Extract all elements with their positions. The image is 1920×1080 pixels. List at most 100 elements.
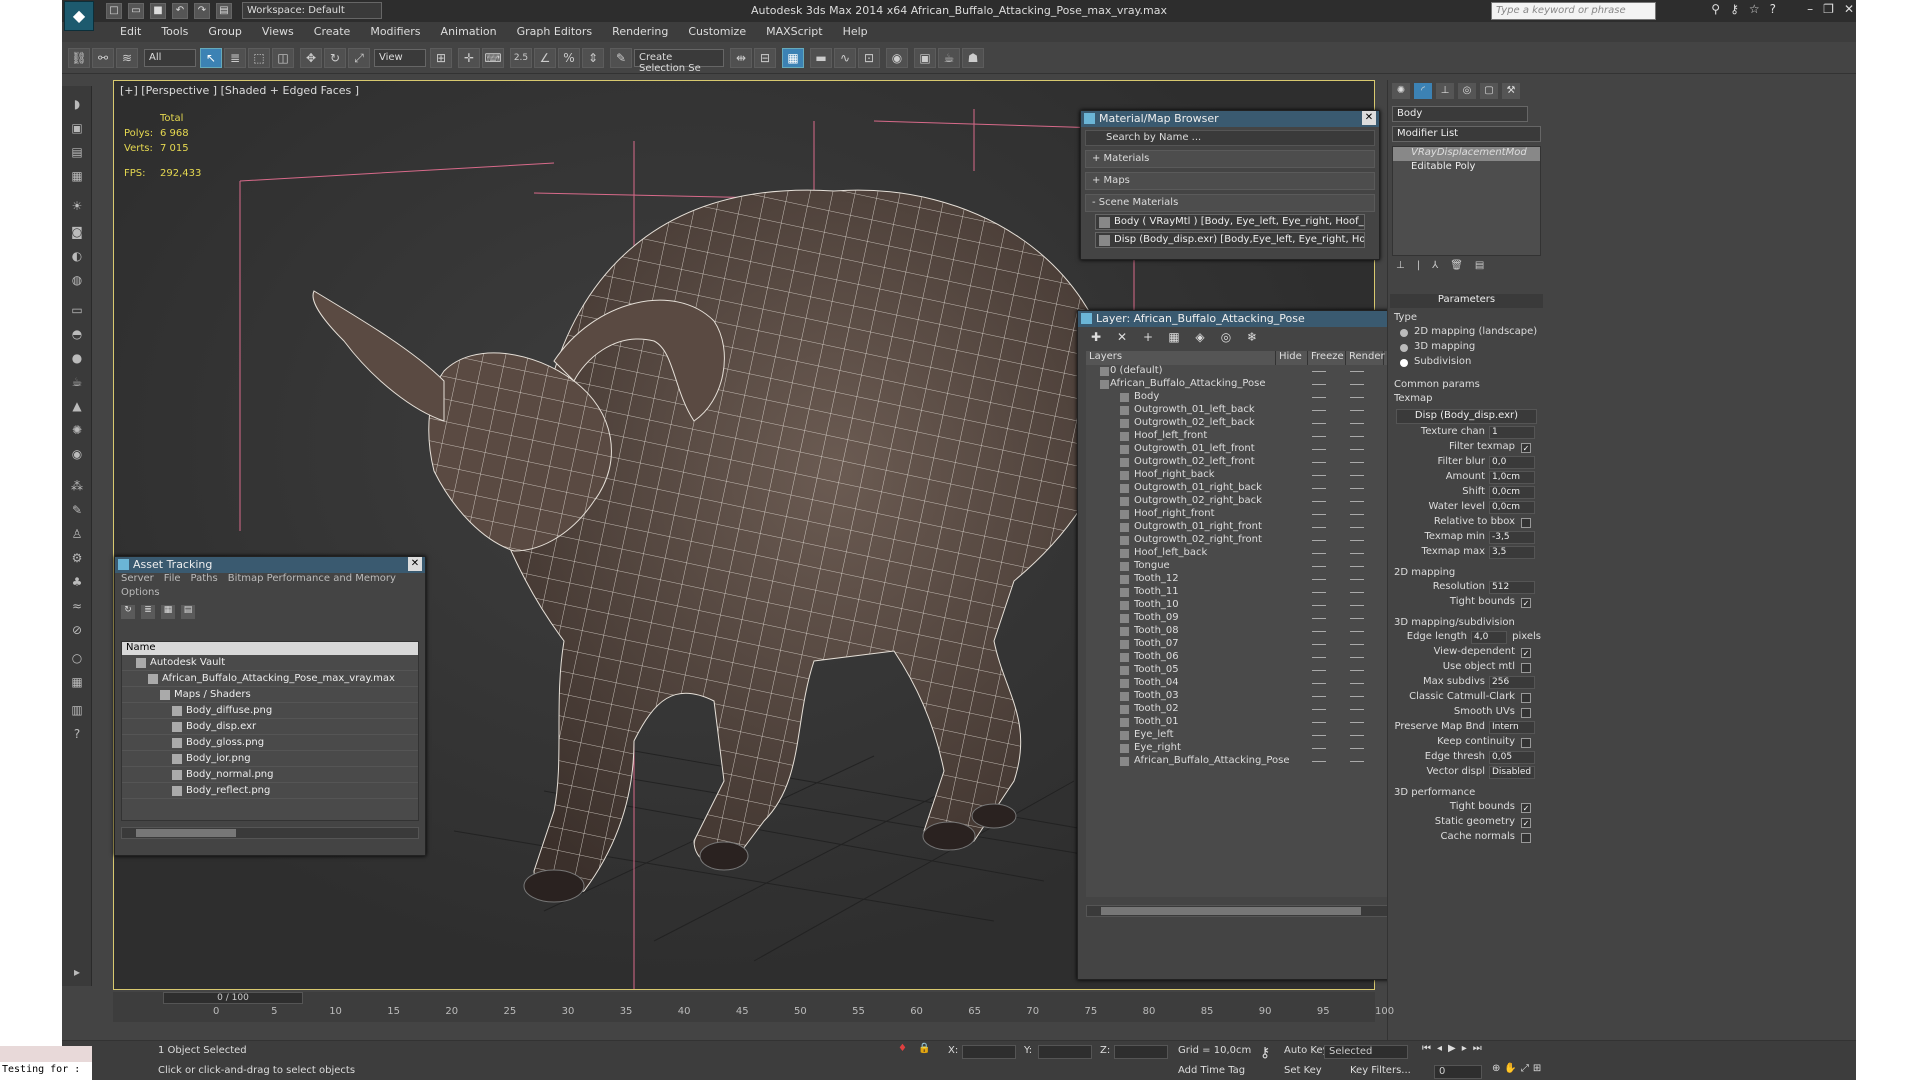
param-checkbox[interactable] [1521, 833, 1531, 843]
motion-tab-icon[interactable]: ◎ [1458, 83, 1476, 99]
asset-menu-bitmap[interactable]: Bitmap Performance and Memory [228, 573, 396, 587]
hide-toggle[interactable] [1312, 683, 1326, 684]
curve-editor-icon[interactable]: ∿ [834, 48, 856, 68]
help-search-input[interactable]: Type a keyword or phrase [1491, 2, 1656, 20]
hide-toggle[interactable] [1312, 423, 1326, 424]
param-checkbox[interactable]: ✓ [1521, 818, 1531, 828]
freeze-toggle[interactable] [1350, 592, 1364, 593]
add-time-tag[interactable]: Add Time Tag [1178, 1065, 1245, 1076]
hide-toggle[interactable] [1312, 488, 1326, 489]
scrollbar-thumb[interactable] [1101, 907, 1361, 915]
highlight-layer-icon[interactable]: ◈ [1192, 330, 1208, 346]
layer-row[interactable]: Hoof_left_front [1086, 430, 1430, 443]
refresh-icon[interactable]: ↻ [121, 605, 135, 619]
material-item-body[interactable]: Body ( VRayMtl ) [Body, Eye_left, Eye_ri… [1095, 214, 1365, 230]
box-icon[interactable]: ▭ [66, 300, 88, 320]
hemisphere-icon[interactable]: ◓ [66, 324, 88, 344]
freeze-toggle[interactable] [1350, 553, 1364, 554]
freeze-toggle[interactable] [1350, 761, 1364, 762]
param-spinner[interactable]: 1 [1489, 426, 1535, 439]
materials-section[interactable]: + Materials [1085, 150, 1375, 168]
menu-help[interactable]: Help [833, 22, 878, 42]
tool-1-icon[interactable]: ◗ [66, 94, 88, 114]
material-editor-icon[interactable]: ◉ [886, 48, 908, 68]
param-checkbox[interactable] [1521, 708, 1531, 718]
layer-row[interactable]: Body [1086, 391, 1430, 404]
hide-toggle[interactable] [1312, 566, 1326, 567]
hide-toggle[interactable] [1312, 553, 1326, 554]
freeze-toggle[interactable] [1350, 384, 1364, 385]
hierarchy-tab-icon[interactable]: ⊥ [1436, 83, 1454, 99]
restore-icon[interactable]: ❐ [1823, 2, 1834, 16]
type-radio[interactable]: 2D mapping (landscape) [1388, 326, 1545, 341]
layer-name[interactable]: Tooth_01 [1134, 716, 1179, 727]
hide-toggle[interactable] [1312, 579, 1326, 580]
layer-name[interactable]: Hoof_right_back [1134, 469, 1215, 480]
rectangular-selection-icon[interactable]: ⬚ [248, 48, 270, 68]
asset-column-name[interactable]: Name [122, 642, 418, 655]
menu-maxscript[interactable]: MAXScript [756, 22, 832, 42]
layer-name[interactable]: Eye_right [1134, 742, 1181, 753]
asset-menu-file[interactable]: File [164, 573, 181, 587]
freeze-toggle[interactable] [1350, 644, 1364, 645]
layer-name[interactable]: Body [1134, 391, 1159, 402]
hide-toggle[interactable] [1312, 761, 1326, 762]
modifier-list-dropdown[interactable]: Modifier List [1392, 126, 1541, 142]
param-spinner[interactable]: Disabled [1489, 766, 1535, 779]
freeze-toggle[interactable] [1350, 423, 1364, 424]
percent-snap-icon[interactable]: % [558, 48, 580, 68]
render-production-icon[interactable]: ☗ [962, 48, 984, 68]
param-checkbox[interactable]: ✓ [1521, 803, 1531, 813]
freeze-toggle[interactable] [1350, 462, 1364, 463]
hide-toggle[interactable] [1312, 540, 1326, 541]
schematic-view-icon[interactable]: ⊡ [858, 48, 880, 68]
light-icon[interactable]: ☀ [66, 196, 88, 216]
menu-customize[interactable]: Customize [678, 22, 756, 42]
param-checkbox[interactable] [1521, 693, 1531, 703]
app-logo-icon[interactable]: ◆ [64, 1, 94, 31]
current-frame-input[interactable]: 0 [1434, 1065, 1482, 1079]
save-icon[interactable]: ■ [150, 3, 166, 19]
hide-toggle[interactable] [1312, 592, 1326, 593]
layer-row[interactable]: Tooth_01 [1086, 716, 1430, 729]
param-spinner[interactable]: 512 [1489, 581, 1535, 594]
open-file-icon[interactable]: ▭ [128, 3, 144, 19]
selection-filter-dropdown[interactable]: All [144, 49, 196, 67]
pin-stack-icon[interactable]: ⊥ [1396, 260, 1405, 274]
set-key-button[interactable]: Set Key [1284, 1065, 1322, 1076]
asset-row[interactable]: Autodesk Vault [122, 655, 418, 671]
asset-row[interactable]: Body_reflect.png [122, 783, 418, 799]
layer-row[interactable]: African_Buffalo_Attacking_Pose [1086, 378, 1430, 391]
layer-name[interactable]: Tooth_11 [1134, 586, 1179, 597]
hoof-left-front[interactable] [523, 869, 585, 903]
layer-row[interactable]: Outgrowth_01_right_front [1086, 521, 1430, 534]
layer-name[interactable]: Tooth_05 [1134, 664, 1179, 675]
snaps-toggle-icon[interactable]: 2.5 [510, 48, 532, 68]
layer-name[interactable]: Outgrowth_01_left_back [1134, 404, 1255, 415]
lock-selection-icon[interactable]: 🔒 [918, 1043, 930, 1054]
freeze-toggle[interactable] [1350, 410, 1364, 411]
camera-icon[interactable]: ◙ [66, 222, 88, 242]
edit-named-selection-icon[interactable]: ✎ [610, 48, 632, 68]
select-by-name-icon[interactable]: ≣ [224, 48, 246, 68]
param-spinner[interactable]: 0,05 [1489, 751, 1535, 764]
layer-row[interactable]: Outgrowth_01_right_back [1086, 482, 1430, 495]
freeze-toggle[interactable] [1350, 696, 1364, 697]
texmap-button[interactable]: Disp (Body_disp.exr) [1396, 409, 1537, 424]
freeze-toggle[interactable] [1350, 540, 1364, 541]
maps-section[interactable]: + Maps [1085, 172, 1375, 190]
hoof-right-front[interactable] [699, 841, 749, 871]
workspace-dropdown[interactable]: Workspace: Default [242, 2, 382, 19]
disk-icon[interactable]: ◉ [66, 444, 88, 464]
layer-name[interactable]: Tooth_06 [1134, 651, 1179, 662]
layer-name[interactable]: Hoof_left_back [1134, 547, 1207, 558]
type-radio[interactable]: Subdivision [1388, 356, 1545, 371]
move-icon[interactable]: ✥ [300, 48, 322, 68]
tool-3-icon[interactable]: ▤ [66, 142, 88, 162]
hide-toggle[interactable] [1312, 436, 1326, 437]
freeze-toggle[interactable] [1350, 670, 1364, 671]
stack-item-editable-poly[interactable]: Editable Poly [1393, 161, 1540, 175]
key-icon[interactable]: ⚷ [1260, 1045, 1270, 1061]
maxscript-listener[interactable]: Testing for : [0, 1046, 92, 1080]
param-spinner[interactable]: -3,5 [1489, 531, 1535, 544]
